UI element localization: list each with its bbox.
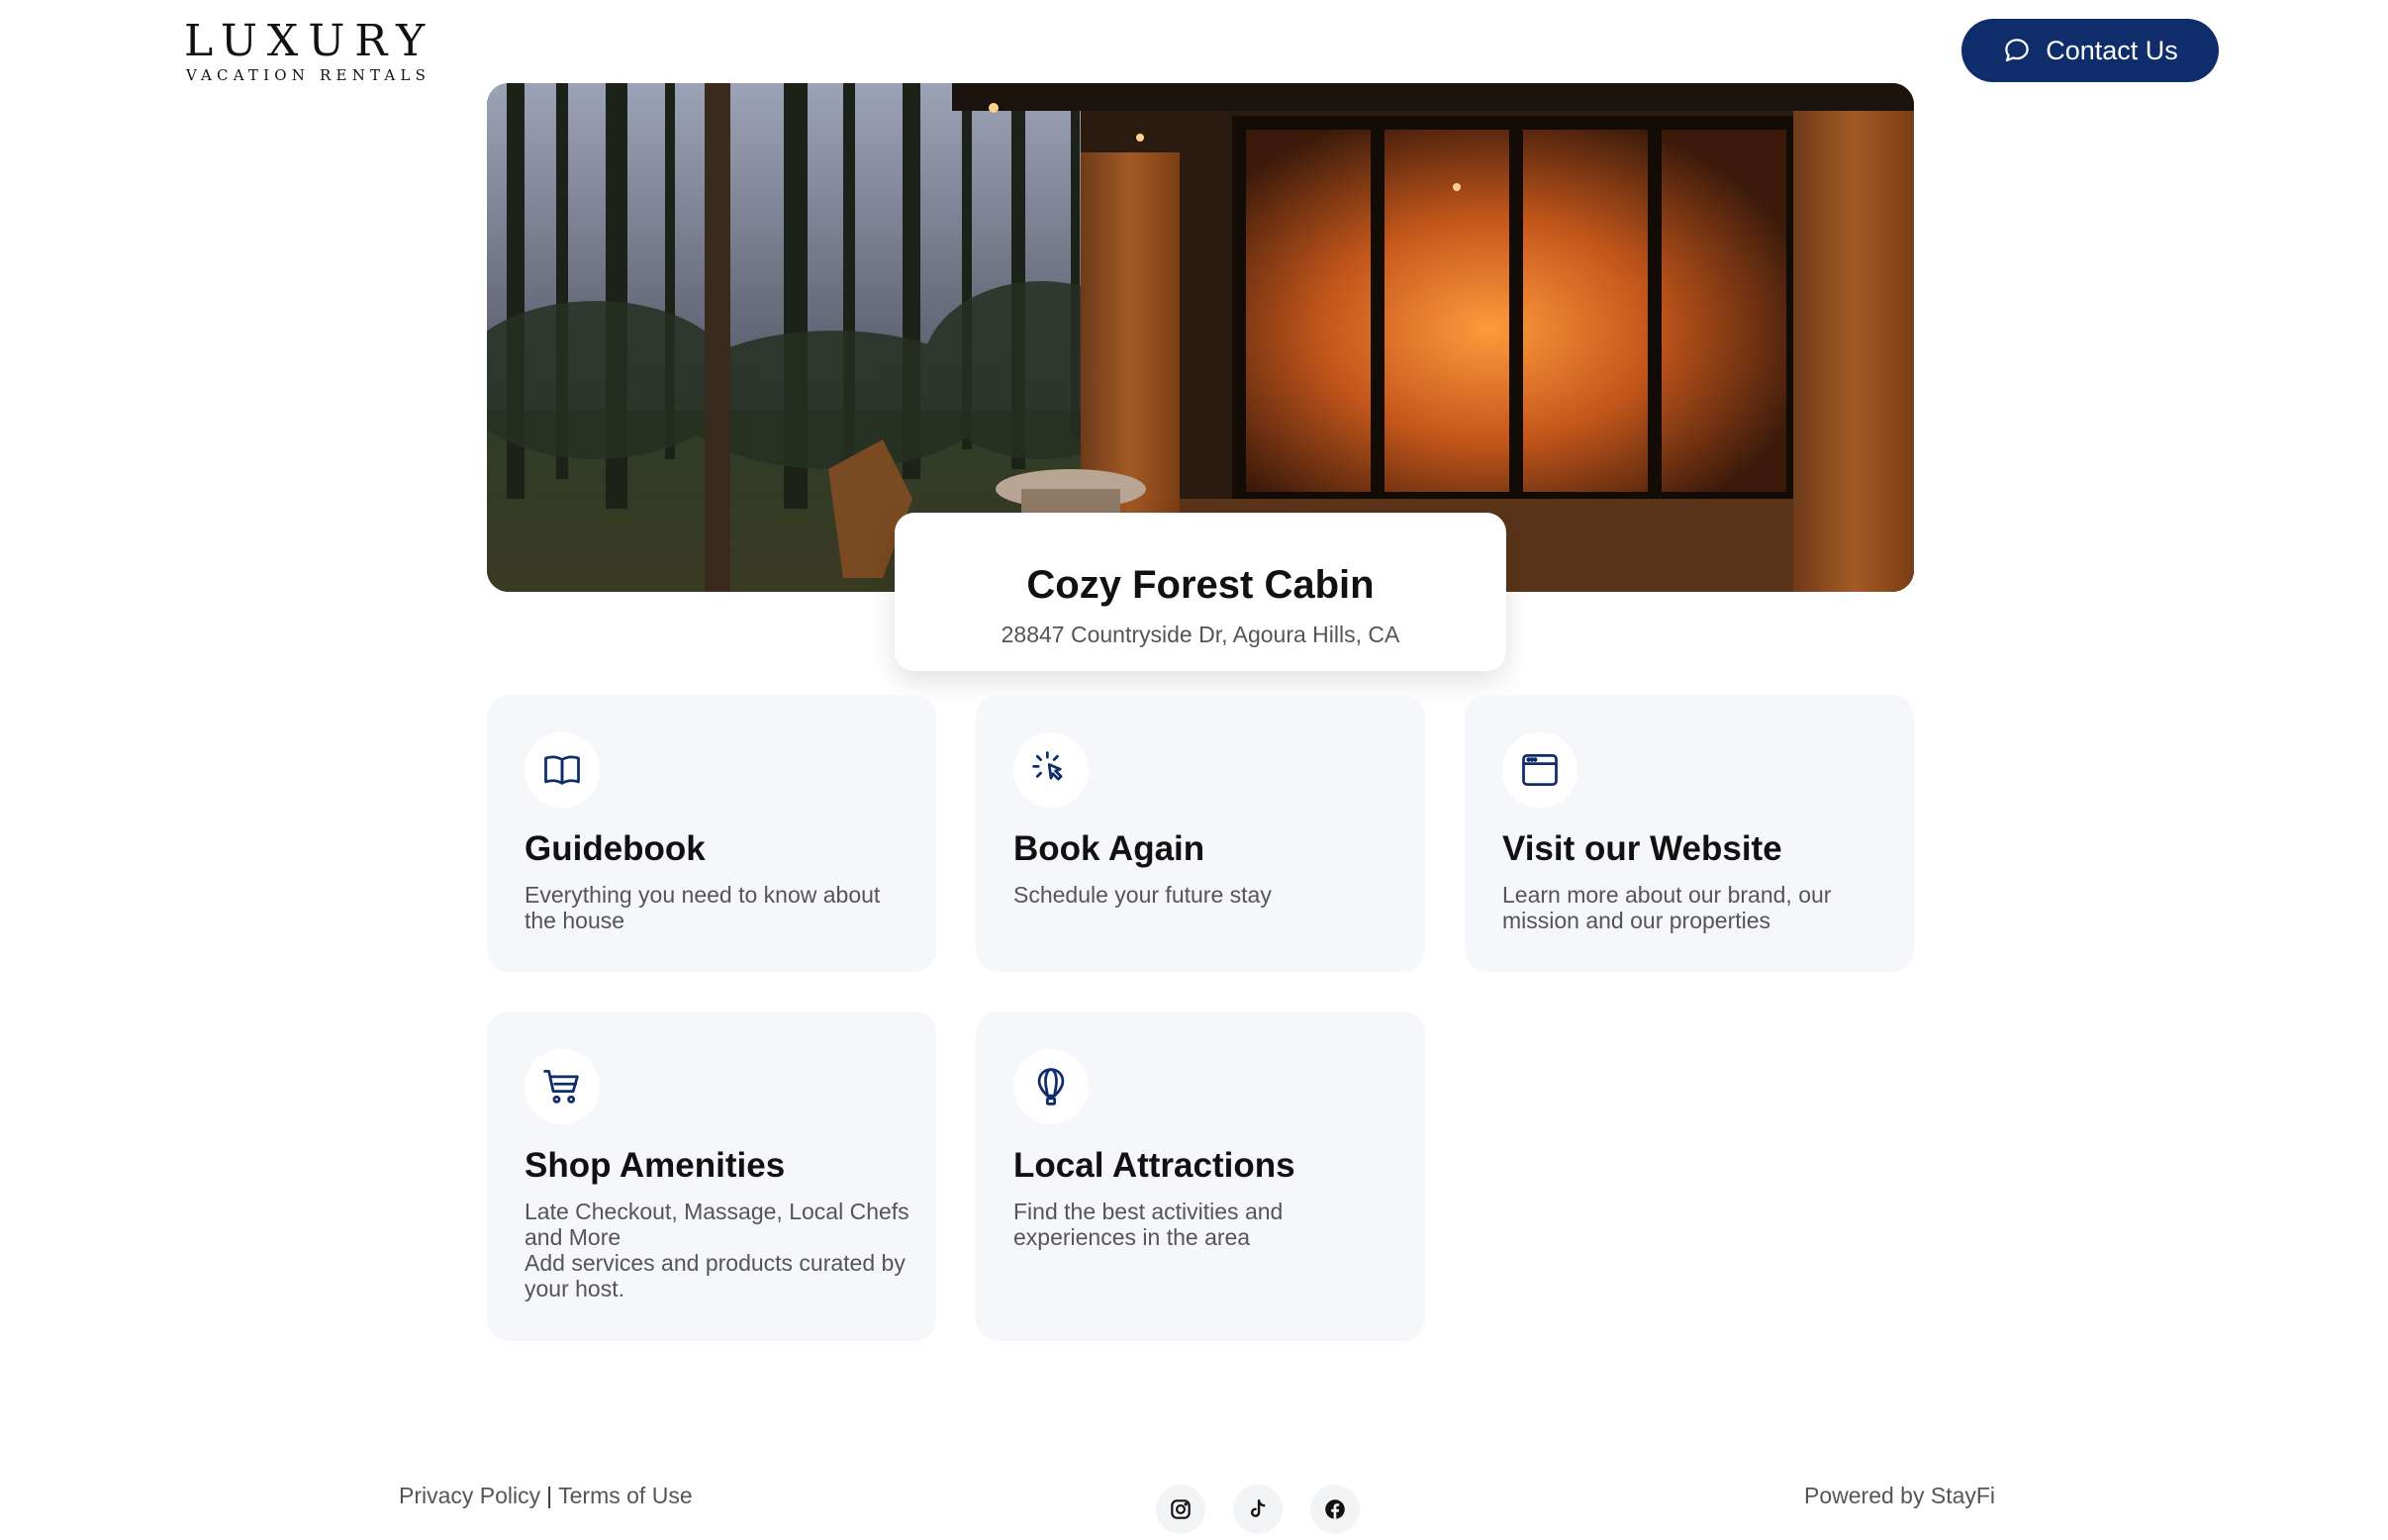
card-icon-wrapper [525,732,600,808]
privacy-policy-link[interactable]: Privacy Policy [399,1483,540,1508]
card-visit-website[interactable]: Visit our Website Learn more about our b… [1465,695,1914,972]
card-icon-wrapper [1013,1049,1089,1124]
logo-wordmark: LUXURY [184,16,435,66]
card-icon-wrapper [525,1049,600,1124]
tiktok-icon [1250,1499,1266,1517]
powered-by-text: Powered by StayFi [1804,1483,1996,1508]
card-icon-wrapper [1502,732,1577,808]
book-icon [544,755,580,785]
brand-logo: LUXURY VACATION RENTALS [184,16,435,85]
card-description: Schedule your future stay [1013,882,1272,908]
card-title: Book Again [1013,829,1205,868]
card-title: Shop Amenities [525,1146,786,1185]
card-description: Find the best activities and experiences… [1013,1199,1284,1250]
facebook-link[interactable] [1310,1485,1360,1534]
shopping-cart-icon [543,1070,579,1104]
tiktok-link[interactable] [1233,1485,1283,1534]
card-title: Local Attractions [1013,1146,1295,1185]
card-guidebook[interactable]: Guidebook Everything you need to know ab… [487,695,936,972]
property-title-card: Cozy Forest Cabin 28847 Countryside Dr, … [895,513,1506,671]
property-name: Cozy Forest Cabin [1026,563,1375,607]
card-shop-amenities[interactable]: Shop Amenities Late Checkout, Massage, L… [487,1011,936,1341]
card-description: Learn more about our brand, our mission … [1502,882,1832,933]
footer-separator: | [546,1483,553,1508]
card-description: Everything you need to know about the ho… [525,882,881,933]
facebook-icon [1325,1499,1345,1519]
card-title: Visit our Website [1502,829,1782,868]
footer-legal-links: Privacy Policy | Terms of Use [399,1483,693,1509]
contact-us-button[interactable]: Contact Us [1961,19,2219,82]
property-address: 28847 Countryside Dr, Agoura Hills, CA [1001,622,1400,647]
card-title: Guidebook [525,829,706,868]
cursor-click-icon [1032,751,1063,781]
hot-air-balloon-icon [1037,1068,1065,1106]
card-local-attractions[interactable]: Local Attractions Find the best activiti… [976,1011,1425,1341]
card-book-again[interactable]: Book Again Schedule your future stay [976,695,1425,972]
card-icon-wrapper [1013,732,1089,808]
instagram-icon [1171,1499,1191,1519]
card-description: Late Checkout, Massage, Local Chefs and … [525,1199,909,1301]
chat-bubble-icon [2005,39,2029,62]
browser-window-icon [1522,753,1558,787]
instagram-link[interactable] [1156,1485,1205,1534]
logo-tagline: VACATION RENTALS [186,66,431,84]
contact-us-label: Contact Us [2046,35,2178,65]
terms-of-use-link[interactable]: Terms of Use [558,1483,692,1508]
